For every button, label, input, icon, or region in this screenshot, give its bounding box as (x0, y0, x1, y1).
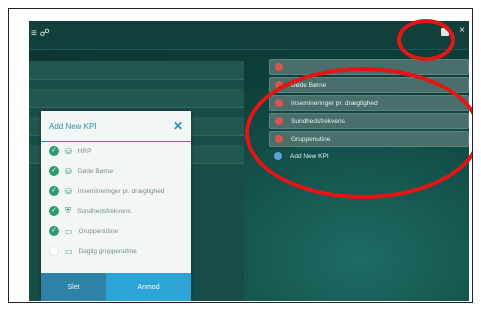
remove-icon[interactable] (275, 63, 283, 71)
pig-icon: ⛁ (65, 146, 72, 156)
kpi-option[interactable]: ✓ ⛨ Sundhedsfrekvens (49, 205, 131, 217)
kpi-option[interactable]: ✓ ⛁ Døde Børne (49, 165, 113, 177)
health-icon: ⛨ (65, 206, 71, 215)
screenshot-frame: ≡ ☍ × Døde Børne Insemineringer pr. dræg… (8, 8, 473, 303)
check-icon[interactable]: ✓ (49, 146, 59, 156)
kpi-option[interactable]: ✓ ▭ Gruppenutine (49, 225, 118, 237)
kpi-option[interactable]: ✓ ⛁ HRP (49, 145, 91, 157)
check-icon[interactable]: ✓ (49, 186, 59, 196)
unchecked-icon[interactable] (49, 246, 59, 256)
option-label: Gruppenutine (78, 227, 118, 235)
list-row[interactable] (29, 89, 244, 108)
add-kpi-dialog: Add New KPI ✕ ✓ ⛁ HRP ✓ ⛁ Døde Børne ✓ ⛁… (41, 111, 191, 301)
option-label: Sundhedsfrekvens (77, 207, 131, 215)
check-icon[interactable]: ✓ (49, 226, 59, 236)
group-icon: ▭ (65, 246, 73, 256)
delete-button[interactable]: Slet (41, 273, 106, 301)
close-icon[interactable]: × (459, 25, 465, 36)
check-icon[interactable]: ✓ (49, 166, 59, 176)
apply-button[interactable]: Anmod (106, 273, 191, 301)
pig-icon: ⛁ (65, 186, 72, 196)
app-logo: ≡ ☍ (31, 28, 50, 39)
option-label: HRP (77, 147, 92, 155)
pig-icon: ⛁ (65, 166, 72, 176)
close-icon[interactable]: ✕ (173, 119, 183, 133)
annotation-circle (397, 19, 455, 61)
group-icon: ▭ (65, 226, 73, 236)
kpi-option[interactable]: ▭ Daglig gruppenutine (49, 245, 137, 257)
option-label: Insemineringer pr. drægtighed (77, 187, 165, 195)
dialog-title: Add New KPI (49, 121, 97, 131)
kpi-option[interactable]: ✓ ⛁ Insemineringer pr. drægtighed (49, 185, 164, 197)
option-label: Daglig gruppenutine (78, 247, 137, 255)
check-icon[interactable]: ✓ (49, 206, 59, 216)
annotation-ellipse (245, 67, 472, 199)
dialog-footer: Slet Anmod (41, 273, 191, 301)
dialog-header: Add New KPI ✕ (41, 111, 191, 142)
list-row[interactable] (29, 61, 244, 80)
option-label: Døde Børne (77, 167, 114, 175)
